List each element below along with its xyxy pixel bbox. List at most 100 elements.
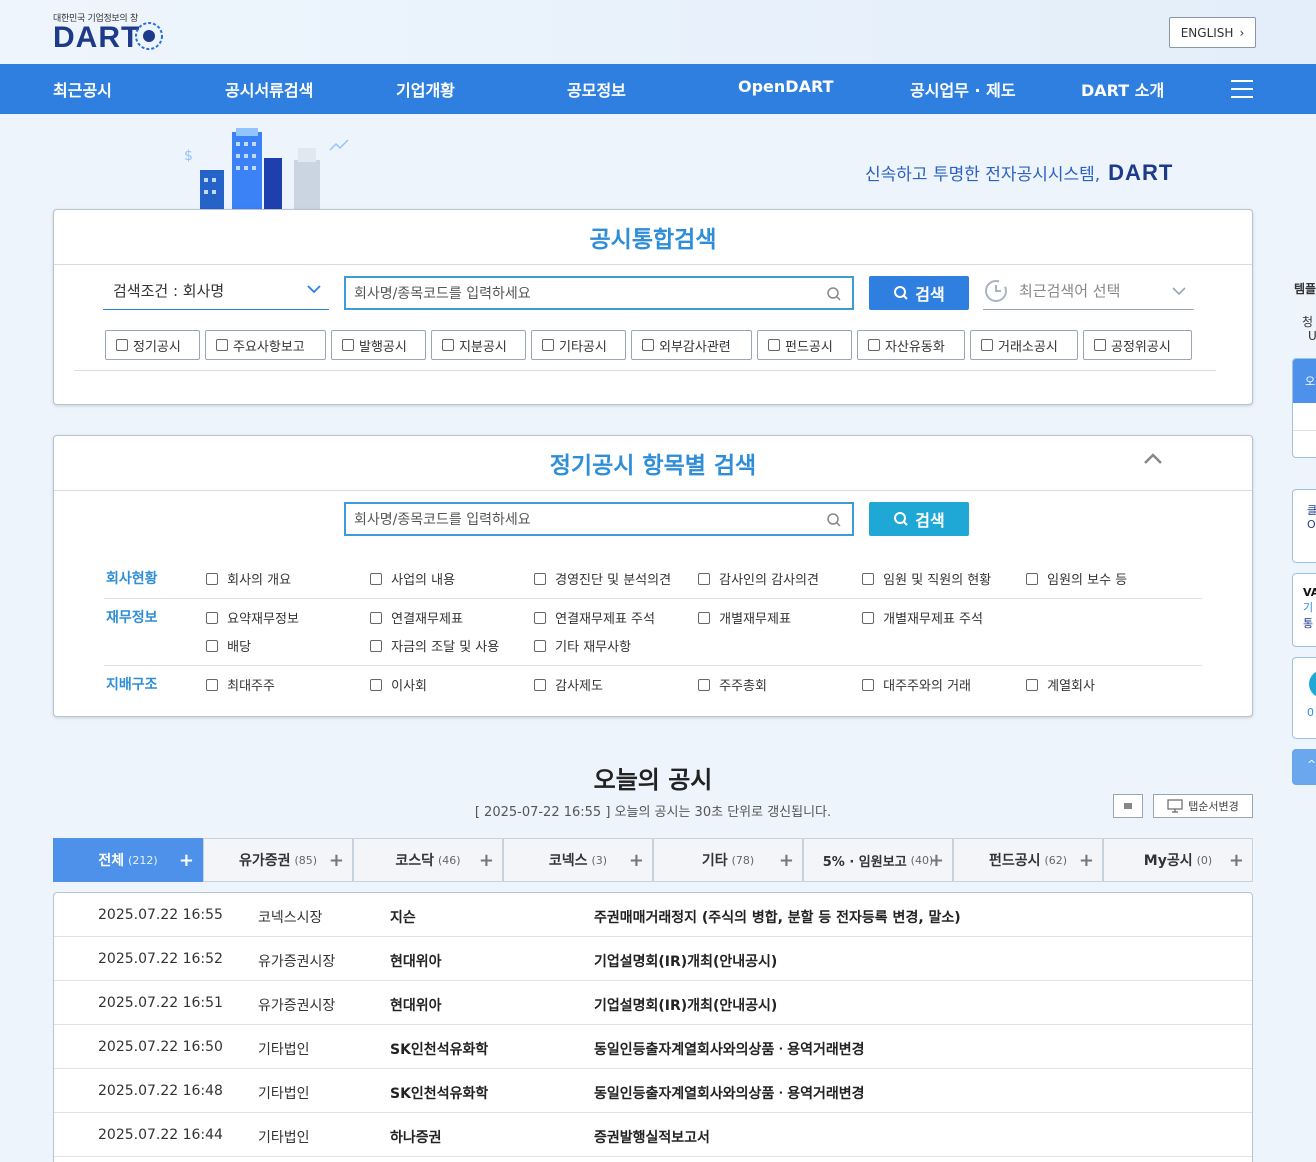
english-button[interactable]: ENGLISH ›: [1169, 17, 1256, 48]
table-row[interactable]: 2025.07.22 16:55 코넥스시장 지슨 주권매매거래정지 (주식의 …: [54, 893, 1252, 937]
filter-other[interactable]: 기타공시: [531, 330, 626, 360]
checkbox[interactable]: [1094, 339, 1106, 351]
dart-logo[interactable]: 대한민국 기업정보의 창 DART: [53, 11, 164, 53]
row-company[interactable]: 현대위아: [390, 995, 442, 1015]
sidebar-widget[interactable]: 클 O: [1292, 489, 1316, 563]
row-report[interactable]: 기업설명회(IR)개최(안내공시): [594, 951, 777, 971]
plus-icon[interactable]: +: [1229, 850, 1244, 871]
nav-company-overview[interactable]: 기업개황: [396, 77, 455, 101]
tab-all[interactable]: 전체 (212) +: [53, 838, 203, 882]
checkbox[interactable]: [534, 679, 546, 691]
option-item[interactable]: 최대주주: [206, 675, 275, 694]
row-report[interactable]: 동일인등출자계열회사와의상품ㆍ용역거래변경: [594, 1083, 864, 1103]
option-item[interactable]: 요약재무정보: [206, 608, 299, 627]
option-item[interactable]: 경영진단 및 분석의견: [534, 569, 671, 588]
nav-offering-info[interactable]: 공모정보: [567, 77, 626, 101]
hamburger-menu-icon[interactable]: [1231, 80, 1253, 98]
option-item[interactable]: 연결재무제표: [370, 608, 463, 627]
row-company[interactable]: SK인천석유화학: [390, 1083, 488, 1103]
option-item[interactable]: 기타 재무사항: [534, 636, 631, 655]
checkbox[interactable]: [981, 339, 993, 351]
periodic-search-button[interactable]: 검색: [869, 502, 969, 536]
tab-other[interactable]: 기타 (78) +: [653, 838, 803, 882]
checkbox[interactable]: [1026, 573, 1038, 585]
checkbox[interactable]: [342, 339, 354, 351]
nav-recent-disclosure[interactable]: 최근공시: [53, 77, 112, 101]
filter-fund[interactable]: 펀드공시: [757, 330, 852, 360]
nav-about-dart[interactable]: DART 소개: [1081, 77, 1164, 101]
checkbox[interactable]: [642, 339, 654, 351]
filter-external-audit[interactable]: 외부감사관련: [631, 330, 752, 360]
tab-fund[interactable]: 펀드공시 (62) +: [953, 838, 1103, 882]
filter-exchange[interactable]: 거래소공시: [970, 330, 1078, 360]
integrated-search-input[interactable]: 회사명/종목코드를 입력하세요: [344, 276, 854, 310]
checkbox[interactable]: [370, 640, 382, 652]
option-item[interactable]: 사업의 내용: [370, 569, 455, 588]
filter-ftc[interactable]: 공정위공시: [1083, 330, 1192, 360]
option-item[interactable]: 임원 및 직원의 현황: [862, 569, 991, 588]
option-item[interactable]: 개별재무제표: [698, 608, 791, 627]
option-item[interactable]: 임원의 보수 등: [1026, 569, 1127, 588]
option-item[interactable]: 배당: [206, 636, 251, 655]
plus-icon[interactable]: +: [629, 850, 644, 871]
row-company[interactable]: SK인천석유화학: [390, 1039, 488, 1059]
plus-icon[interactable]: +: [179, 850, 194, 871]
row-company[interactable]: 하나증권: [390, 1127, 442, 1147]
periodic-search-input[interactable]: 회사명/종목코드를 입력하세요: [344, 502, 854, 536]
filter-asset-securitization[interactable]: 자산유동화: [857, 330, 965, 360]
nav-disclosure-system[interactable]: 공시업무 · 제도: [910, 77, 1016, 101]
checkbox[interactable]: [206, 612, 218, 624]
search-condition-select[interactable]: 검색조건 : 회사명: [103, 272, 329, 310]
plus-icon[interactable]: +: [1079, 850, 1094, 871]
checkbox[interactable]: [698, 573, 710, 585]
plus-icon[interactable]: +: [929, 850, 944, 871]
table-row[interactable]: 2025.07.22 16:52 유가증권시장 현대위아 기업설명회(IR)개최…: [54, 937, 1252, 981]
option-item[interactable]: 개별재무제표 주석: [862, 608, 983, 627]
option-item[interactable]: 감사인의 감사의견: [698, 569, 819, 588]
checkbox[interactable]: [206, 573, 218, 585]
tab-kosdaq[interactable]: 코스닥 (46) +: [353, 838, 503, 882]
row-report[interactable]: 동일인등출자계열회사와의상품ㆍ용역거래변경: [594, 1039, 864, 1059]
option-item[interactable]: 이사회: [370, 675, 427, 694]
checkbox[interactable]: [534, 640, 546, 652]
sidebar-widget[interactable]: 오: [1292, 358, 1316, 458]
recent-search-select[interactable]: 최근검색어 선택: [983, 272, 1194, 310]
row-company[interactable]: 지슨: [390, 907, 416, 927]
checkbox[interactable]: [698, 612, 710, 624]
integrated-search-button[interactable]: 검색: [869, 276, 969, 310]
tab-five-percent[interactable]: 5% · 임원보고 (40) +: [803, 838, 953, 882]
filter-periodic[interactable]: 정기공시: [105, 330, 200, 360]
option-item[interactable]: 주주총회: [698, 675, 767, 694]
checkbox[interactable]: [370, 573, 382, 585]
checkbox[interactable]: [862, 573, 874, 585]
sidebar-widget[interactable]: VA 기 통: [1292, 573, 1316, 647]
tab-kospi[interactable]: 유가증권 (85) +: [203, 838, 353, 882]
checkbox[interactable]: [542, 339, 554, 351]
scroll-top-button[interactable]: ^: [1292, 749, 1316, 785]
checkbox[interactable]: [206, 640, 218, 652]
checkbox[interactable]: [116, 339, 128, 351]
checkbox[interactable]: [698, 679, 710, 691]
plus-icon[interactable]: +: [329, 850, 344, 871]
option-item[interactable]: 감사제도: [534, 675, 603, 694]
checkbox[interactable]: [370, 679, 382, 691]
checkbox[interactable]: [1026, 679, 1038, 691]
plus-icon[interactable]: +: [779, 850, 794, 871]
checkbox[interactable]: [216, 339, 228, 351]
tab-konex[interactable]: 코넥스 (3) +: [503, 838, 653, 882]
checkbox[interactable]: [442, 339, 454, 351]
option-item[interactable]: 계열회사: [1026, 675, 1095, 694]
filter-major-report[interactable]: 주요사항보고: [205, 330, 326, 360]
checkbox[interactable]: [862, 679, 874, 691]
checkbox[interactable]: [868, 339, 880, 351]
plus-icon[interactable]: +: [479, 850, 494, 871]
row-report[interactable]: 주권매매거래정지 (주식의 병합, 분할 등 전자등록 변경, 말소): [594, 907, 961, 927]
filter-issuance[interactable]: 발행공시: [331, 330, 426, 360]
checkbox[interactable]: [768, 339, 780, 351]
table-row[interactable]: 2025.07.22 16:48 기타법인 SK인천석유화학 동일인등출자계열회…: [54, 1069, 1252, 1113]
table-row[interactable]: 2025.07.22 16:44 기타법인 하나증권 증권발행실적보고서: [54, 1113, 1252, 1157]
table-row[interactable]: 2025.07.22 16:51 유가증권시장 현대위아 기업설명회(IR)개최…: [54, 981, 1252, 1025]
checkbox[interactable]: [534, 573, 546, 585]
row-report[interactable]: 기업설명회(IR)개최(안내공시): [594, 995, 777, 1015]
option-item[interactable]: 회사의 개요: [206, 569, 291, 588]
